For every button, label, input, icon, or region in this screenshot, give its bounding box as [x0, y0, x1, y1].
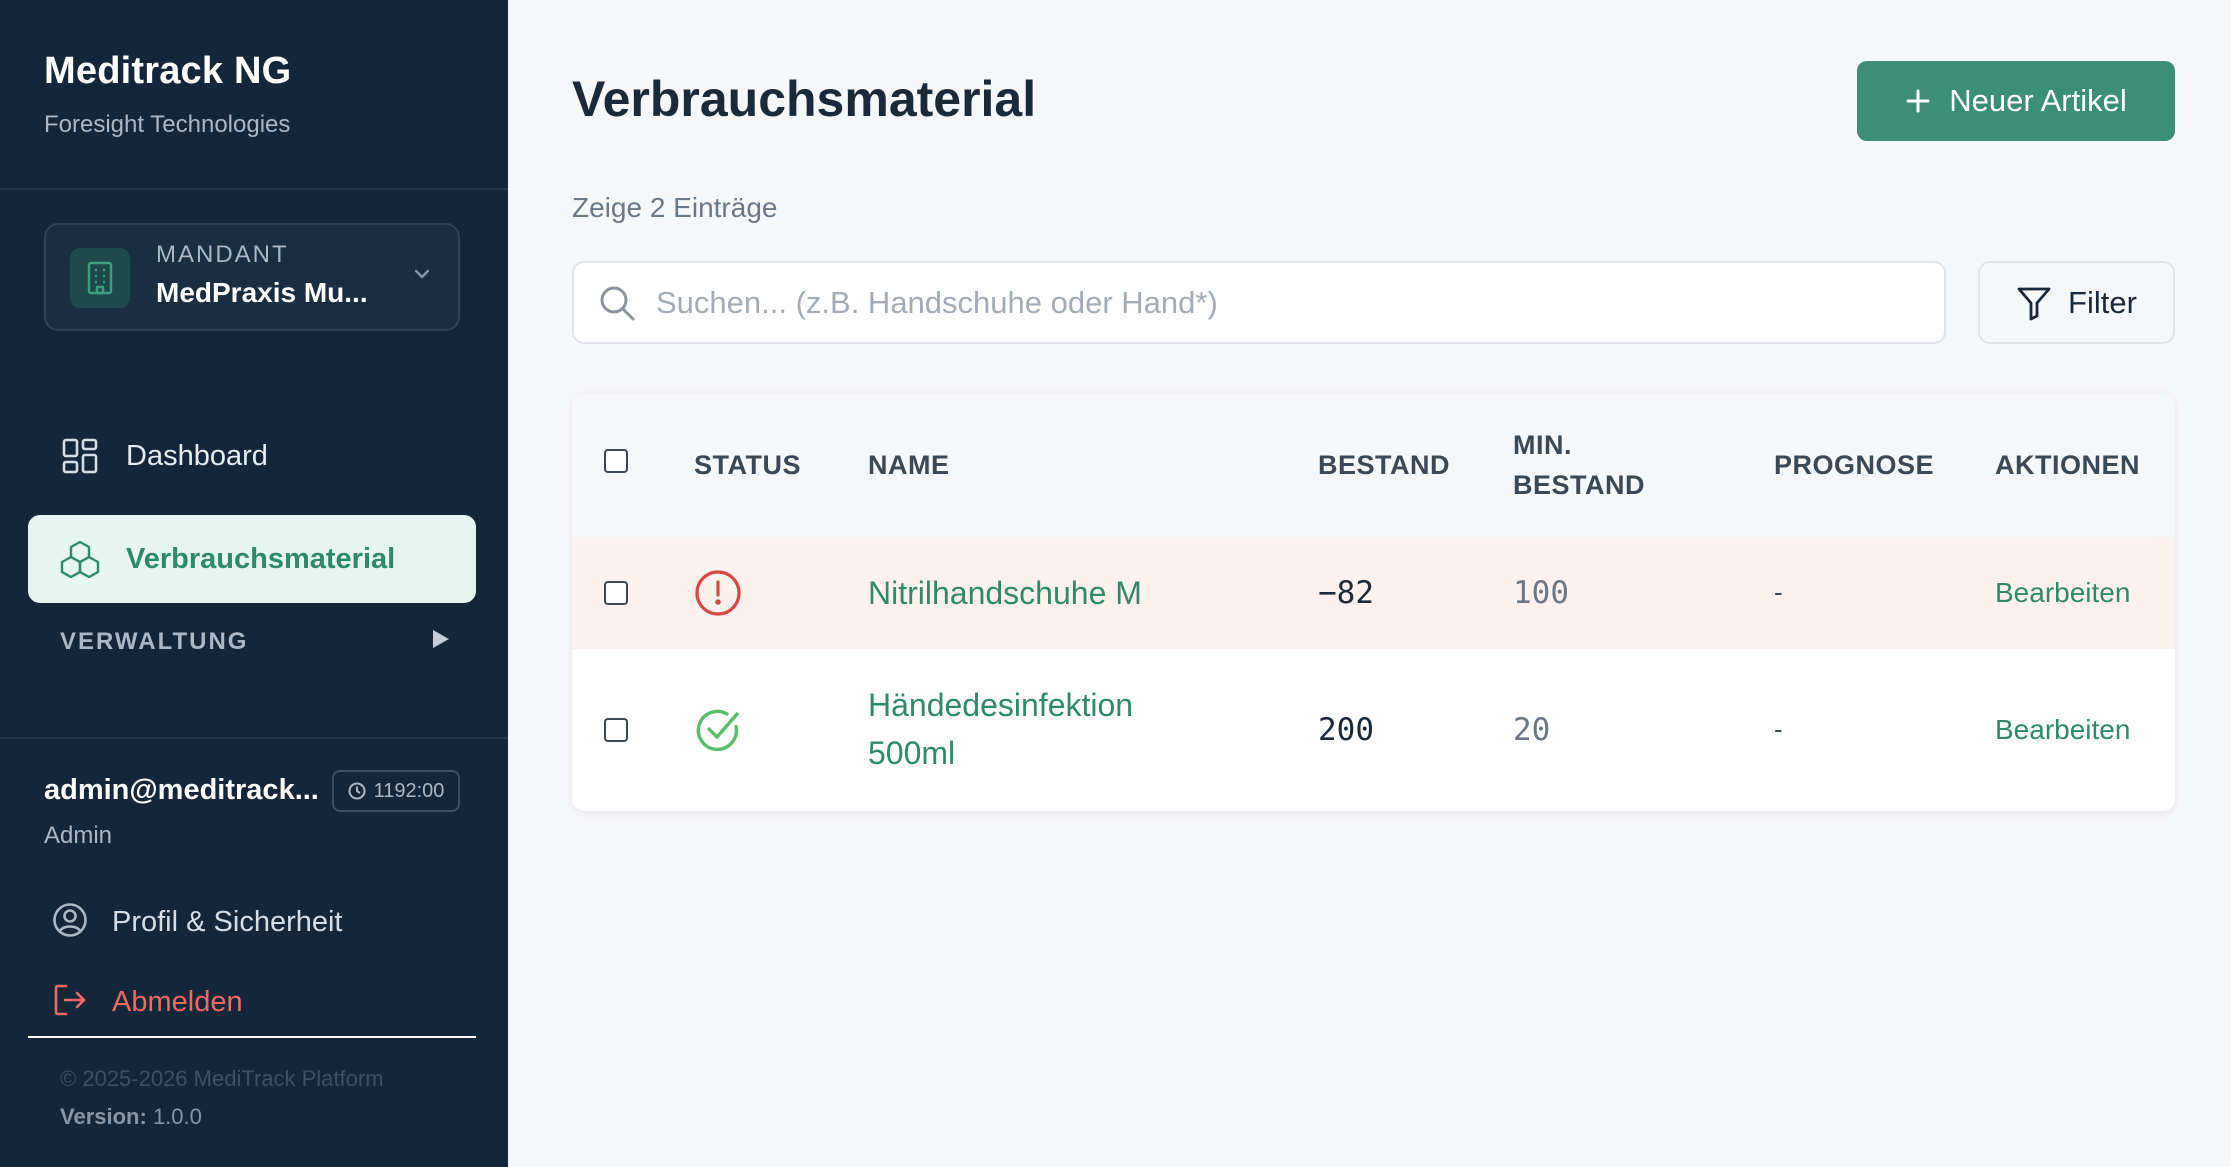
search-icon [598, 284, 636, 322]
filter-button[interactable]: Filter [1978, 261, 2175, 344]
profile-link[interactable]: Profil & Sicherheit [52, 902, 343, 943]
check-circle-icon [694, 706, 742, 759]
item-name-link[interactable]: Nitrilhandschuhe M [868, 569, 1142, 617]
item-name-link[interactable]: Händedesinfektion 500ml [868, 681, 1133, 777]
version-value: 1.0.0 [152, 1104, 202, 1129]
dashboard-icon [60, 436, 100, 476]
sidebar: Meditrack NG Foresight Technologies MAND… [0, 0, 508, 1167]
search-input[interactable] [656, 284, 1916, 321]
profile-link-label: Profil & Sicherheit [112, 906, 343, 938]
search-box[interactable] [572, 261, 1946, 344]
table-header: STATUS NAME BESTAND MIN. BESTAND PROGNOS… [572, 393, 2175, 537]
logout-underline [28, 1036, 476, 1038]
filter-button-label: Filter [2068, 284, 2137, 320]
min-stock-value: 20 [1513, 712, 1551, 748]
page-title: Verbrauchsmaterial [572, 71, 1037, 127]
stock-value: −82 [1318, 575, 1374, 611]
col-name[interactable]: NAME [868, 445, 950, 485]
copyright-text: © 2025-2026 MediTrack Platform [60, 1066, 384, 1091]
admin-section-toggle[interactable]: VERWALTUNG [60, 628, 450, 656]
tenant-caption: MANDANT [156, 241, 289, 268]
col-status[interactable]: STATUS [694, 445, 801, 485]
version-label: Version: [60, 1104, 147, 1129]
plus-icon [1906, 89, 1930, 113]
sidebar-divider-bottom [0, 737, 508, 739]
version-info: Version: 1.0.0 [60, 1104, 202, 1130]
logout-link[interactable]: Abmelden [52, 982, 243, 1023]
row-checkbox[interactable] [604, 581, 628, 605]
chevron-down-icon [412, 267, 432, 286]
new-item-button-label: Neuer Artikel [1949, 83, 2127, 118]
col-stock[interactable]: BESTAND [1318, 445, 1450, 485]
logout-icon [52, 982, 88, 1023]
clock-icon [348, 782, 366, 800]
stock-value: 200 [1318, 712, 1374, 748]
app-title[interactable]: Meditrack NG [44, 50, 291, 93]
sidebar-divider [0, 188, 508, 190]
app-subtitle: Foresight Technologies [44, 111, 291, 138]
user-role: Admin [44, 822, 113, 849]
admin-section-label: VERWALTUNG [60, 628, 249, 655]
boxes-icon [60, 539, 100, 579]
brand: Meditrack NG Foresight Technologies [44, 50, 291, 139]
nav-label-supplies: Verbrauchsmaterial [126, 542, 396, 575]
caret-right-icon [432, 628, 450, 656]
min-stock-value: 100 [1513, 575, 1569, 611]
item-name-line1: Händedesinfektion [868, 687, 1134, 723]
forecast-value: - [1774, 714, 1783, 744]
nav-label-dashboard: Dashboard [126, 439, 268, 472]
building-icon [70, 248, 130, 308]
nav-item-supplies[interactable]: Verbrauchsmaterial [28, 515, 476, 603]
user-email: admin@meditrack... [44, 774, 319, 806]
col-min-stock-line1: MIN. [1513, 430, 1572, 460]
session-time: 1192:00 [373, 779, 445, 802]
col-actions: AKTIONEN [1995, 450, 2140, 480]
col-forecast[interactable]: PROGNOSE [1774, 445, 1934, 485]
col-min-stock[interactable]: MIN. BESTAND [1513, 425, 1645, 505]
nav-item-dashboard[interactable]: Dashboard [28, 412, 476, 500]
entry-count: Zeige 2 Einträge [572, 192, 778, 223]
supplies-table: STATUS NAME BESTAND MIN. BESTAND PROGNOS… [572, 393, 2175, 811]
row-checkbox[interactable] [604, 718, 628, 742]
item-name-line2: 500ml [868, 735, 956, 771]
new-item-button[interactable]: Neuer Artikel [1857, 61, 2175, 141]
forecast-value: - [1774, 577, 1783, 607]
user-circle-icon [52, 902, 88, 943]
logout-link-label: Abmelden [112, 986, 243, 1018]
session-timer: 1192:00 [332, 770, 460, 812]
table-row: Händedesinfektion 500ml 200 20 - Bearbei… [572, 649, 2175, 811]
tenant-selector[interactable]: MANDANT MedPraxis Mu... [44, 223, 460, 331]
table-row: Nitrilhandschuhe M −82 100 - Bearbeiten [572, 537, 2175, 649]
col-min-stock-line2: BESTAND [1513, 470, 1646, 500]
alert-circle-icon [694, 569, 742, 622]
filter-icon [2017, 287, 2051, 320]
select-all-checkbox[interactable] [604, 449, 628, 473]
tenant-name: MedPraxis Mu... [156, 277, 368, 308]
edit-link[interactable]: Bearbeiten [1995, 577, 2130, 609]
edit-link[interactable]: Bearbeiten [1995, 714, 2130, 746]
